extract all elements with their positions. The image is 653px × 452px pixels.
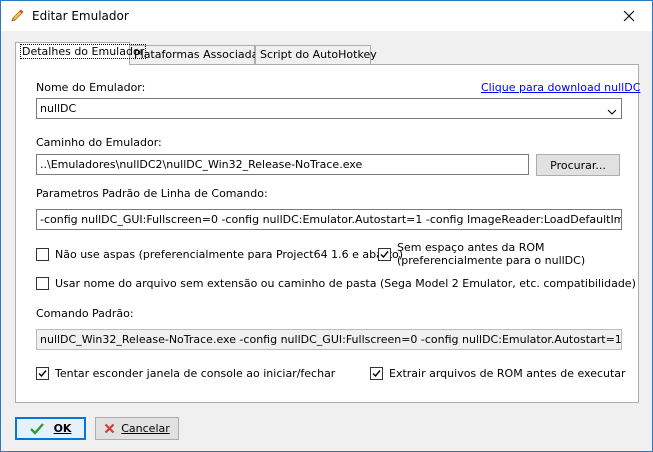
default-command-label: Comando Padrão: (36, 307, 134, 320)
checkmark-icon (372, 370, 381, 378)
emulator-name-label: Nome do Emulador: (36, 81, 146, 94)
tab-label: Detalhes do Emulador (20, 44, 147, 59)
no-quotes-label: Não use aspas (preferencialmente para Pr… (55, 248, 404, 261)
title-bar: Editar Emulador (1, 1, 652, 31)
hide-console-label: Tentar esconder janela de console ao ini… (55, 367, 336, 380)
no-extension-label: Usar nome do arquivo sem extensão ou cam… (55, 277, 636, 290)
checkmark-icon (29, 422, 44, 435)
default-command-field[interactable]: nullDC_Win32_Release-NoTrace.exe -config… (36, 329, 622, 350)
emulator-name-combobox[interactable]: nullDC (36, 98, 622, 119)
default-params-label: Parametros Padrão de Linha de Comando: (36, 187, 268, 200)
ok-button[interactable]: OK (15, 417, 86, 440)
default-params-input[interactable]: -config nullDC_GUI:Fullscreen=0 -config … (36, 209, 622, 230)
checkmark-icon (38, 370, 47, 378)
close-button[interactable] (606, 1, 652, 31)
browse-button[interactable]: Procurar... (536, 154, 620, 176)
emulator-path-label: Caminho do Emulador: (36, 136, 162, 149)
editor-window: Editar Emulador Detalhes do Emulador Pla… (0, 0, 653, 452)
no-extension-checkbox[interactable] (36, 277, 49, 290)
tab-associated-platforms[interactable]: Plataformas Associadas (129, 45, 264, 64)
emulator-path-input[interactable]: ..\Emuladores\nullDC2\nullDC_Win32_Relea… (36, 154, 529, 175)
close-icon (623, 10, 635, 22)
tab-emulator-details[interactable]: Detalhes do Emulador (15, 42, 147, 65)
default-command-value: nullDC_Win32_Release-NoTrace.exe -config… (40, 333, 622, 346)
tab-autohotkey-script[interactable]: Script do AutoHotkey (255, 45, 377, 64)
no-space-label-line2: (preferencialmente para o nullDC) (397, 254, 586, 267)
no-quotes-checkbox[interactable] (36, 248, 49, 261)
tab-label: Plataformas Associadas (134, 48, 265, 61)
no-space-label-line1: Sem espaço antes da ROM (397, 241, 545, 254)
chevron-down-icon[interactable] (607, 104, 617, 115)
no-space-checkbox[interactable] (378, 248, 391, 261)
pencil-icon (9, 8, 25, 24)
download-link[interactable]: Clique para download nullDC (481, 81, 640, 94)
extract-roms-checkbox[interactable] (370, 367, 383, 380)
default-params-value: -config nullDC_GUI:Fullscreen=0 -config … (40, 213, 621, 226)
x-icon (104, 423, 115, 434)
hide-console-checkbox[interactable] (36, 367, 49, 380)
cancel-label: Cancelar (121, 422, 170, 435)
tab-label: Script do AutoHotkey (260, 48, 377, 61)
checkmark-icon (380, 251, 389, 259)
ok-label: OK (53, 422, 72, 435)
emulator-path-value: ..\Emuladores\nullDC2\nullDC_Win32_Relea… (40, 158, 363, 171)
cancel-button[interactable]: Cancelar (95, 417, 179, 440)
tab-panel: Nome do Emulador: Clique para download n… (15, 64, 640, 403)
window-title: Editar Emulador (32, 9, 129, 23)
extract-roms-label: Extrair arquivos de ROM antes de executa… (389, 367, 626, 380)
emulator-name-value: nullDC (40, 102, 77, 115)
